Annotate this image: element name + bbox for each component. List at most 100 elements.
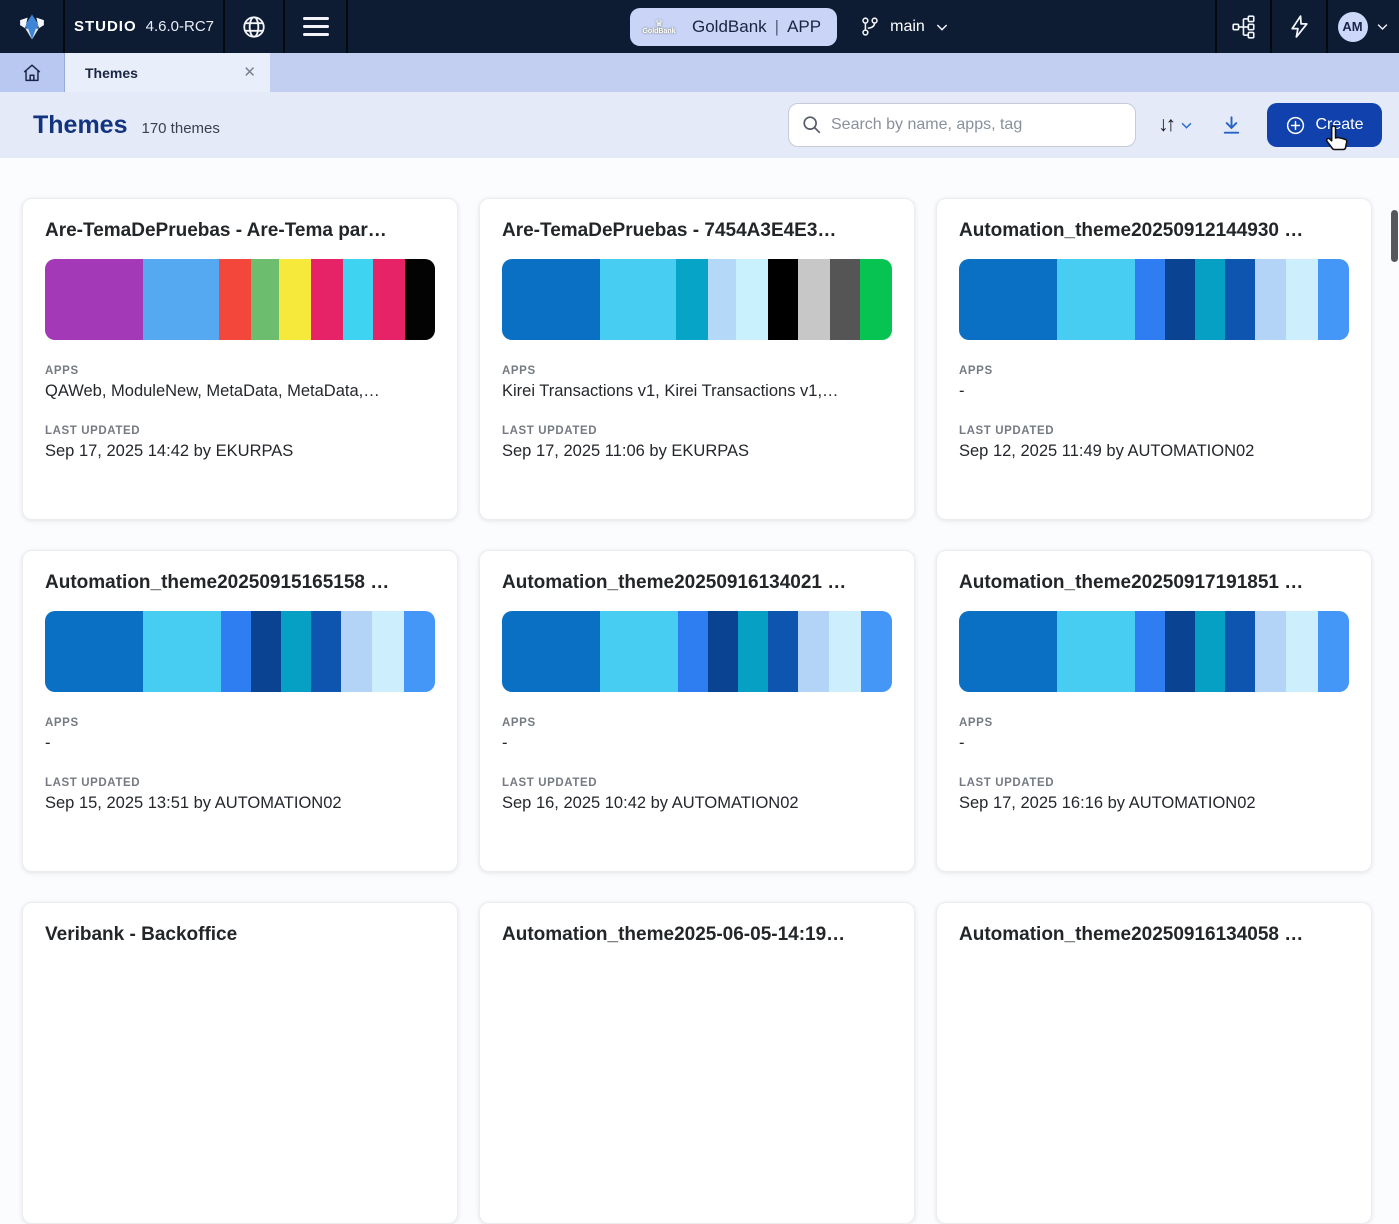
- last-updated-label: LAST UPDATED: [959, 777, 1349, 789]
- palette-segment: [600, 611, 678, 692]
- palette-segment: [251, 611, 281, 692]
- palette-segment: [798, 611, 829, 692]
- theme-card[interactable]: Automation_theme20250916134058 …: [936, 902, 1372, 1224]
- theme-card[interactable]: Automation_theme20250912144930 … APPS - …: [936, 198, 1372, 520]
- palette-segment: [219, 259, 251, 340]
- chevron-down-icon: [1179, 118, 1194, 133]
- apps-value: -: [959, 382, 1349, 401]
- theme-card[interactable]: Veribank - Backoffice: [22, 902, 458, 1224]
- palette-segment: [959, 611, 1057, 692]
- palette-segment: [768, 611, 798, 692]
- apps-label: APPS: [502, 365, 892, 377]
- palette-segment: [798, 259, 830, 340]
- theme-card[interactable]: Are-TemaDePruebas - 7454A3E4E3… APPS Kir…: [479, 198, 915, 520]
- theme-card-title: Automation_theme20250916134058 …: [959, 924, 1349, 946]
- export-button[interactable]: [1220, 114, 1243, 137]
- tab-bar: Themes ✕: [0, 53, 1399, 92]
- last-updated-value: Sep 17, 2025 16:16 by AUTOMATION02: [959, 794, 1349, 813]
- palette-segment: [738, 611, 769, 692]
- apps-label: APPS: [45, 365, 435, 377]
- palette-segment: [1135, 611, 1165, 692]
- theme-card-title: Automation_theme2025-06-05-14:19…: [502, 924, 892, 946]
- search-icon: [801, 114, 823, 136]
- chevron-down-icon: [1375, 19, 1390, 34]
- quick-actions-button[interactable]: [1270, 0, 1326, 53]
- palette-segment: [1225, 259, 1255, 340]
- search-input[interactable]: [831, 116, 1123, 134]
- theme-card-title: Veribank - Backoffice: [45, 924, 435, 946]
- apps-label: APPS: [45, 717, 435, 729]
- themes-count: 170 themes: [141, 114, 219, 137]
- home-icon: [21, 62, 43, 84]
- tab-themes[interactable]: Themes ✕: [65, 53, 270, 92]
- nav-right-group: AM: [1215, 0, 1399, 53]
- palette-segment: [861, 611, 892, 692]
- palette-segment: [281, 611, 312, 692]
- palette-segment: [1286, 611, 1318, 692]
- branch-selector[interactable]: main: [859, 16, 950, 38]
- palette-segment: [829, 611, 861, 692]
- theme-card-title: Automation_theme20250915165158 …: [45, 572, 435, 594]
- nav-center-group: ♛ GoldBank GoldBank | APP main: [630, 0, 950, 53]
- palette-segment: [251, 259, 279, 340]
- theme-card[interactable]: Automation_theme20250915165158 … APPS - …: [22, 550, 458, 872]
- themes-grid: Are-TemaDePruebas - Are-Tema par… APPS Q…: [22, 198, 1375, 1224]
- product-version: 4.6.0-RC7: [146, 18, 214, 35]
- close-tab-icon[interactable]: ✕: [243, 65, 256, 80]
- theme-palette: [502, 259, 892, 340]
- apps-label: APPS: [959, 365, 1349, 377]
- theme-palette: [959, 259, 1349, 340]
- home-tab[interactable]: [0, 53, 65, 92]
- language-globe-button[interactable]: [225, 0, 285, 53]
- theme-palette: [45, 611, 435, 692]
- search-box[interactable]: [788, 103, 1136, 147]
- palette-segment: [678, 611, 708, 692]
- theme-card[interactable]: Automation_theme2025-06-05-14:19…: [479, 902, 915, 1224]
- palette-segment: [405, 259, 435, 340]
- main-menu-button[interactable]: [285, 0, 348, 53]
- palette-segment: [1165, 611, 1195, 692]
- user-menu[interactable]: AM: [1326, 0, 1399, 53]
- last-updated-value: Sep 17, 2025 11:06 by EKURPAS: [502, 442, 892, 461]
- palette-segment: [1318, 259, 1349, 340]
- apps-value: -: [45, 734, 435, 753]
- palette-segment: [768, 259, 798, 340]
- theme-palette: [959, 611, 1349, 692]
- palette-segment: [1286, 259, 1318, 340]
- scrollbar-thumb[interactable]: [1391, 210, 1398, 262]
- palette-segment: [1255, 259, 1286, 340]
- theme-card-title: Automation_theme20250912144930 …: [959, 220, 1349, 242]
- create-button[interactable]: Create: [1267, 103, 1382, 147]
- palette-segment: [343, 259, 373, 340]
- environments-button[interactable]: [1215, 0, 1270, 53]
- last-updated-value: Sep 17, 2025 14:42 by EKURPAS: [45, 442, 435, 461]
- palette-segment: [45, 259, 143, 340]
- palette-segment: [1318, 611, 1349, 692]
- crown-icon: ♛: [655, 19, 663, 28]
- lightning-icon: [1287, 14, 1312, 39]
- palette-segment: [404, 611, 435, 692]
- theme-card-title: Automation_theme20250916134021 …: [502, 572, 892, 594]
- palette-segment: [959, 259, 1057, 340]
- theme-card-title: Are-TemaDePruebas - Are-Tema par…: [45, 220, 435, 242]
- page-header: Themes 170 themes ↓↑: [0, 92, 1399, 158]
- last-updated-value: Sep 15, 2025 13:51 by AUTOMATION02: [45, 794, 435, 813]
- sitemap-icon: [1231, 14, 1257, 40]
- palette-segment: [1225, 611, 1255, 692]
- palette-segment: [708, 611, 738, 692]
- header-actions: ↓↑ Create: [788, 103, 1382, 147]
- theme-card[interactable]: Automation_theme20250916134021 … APPS - …: [479, 550, 915, 872]
- palette-segment: [830, 259, 860, 340]
- goldbank-logo: ♛ GoldBank: [638, 19, 680, 35]
- theme-card[interactable]: Automation_theme20250917191851 … APPS - …: [936, 550, 1372, 872]
- app-selector-badge[interactable]: ♛ GoldBank GoldBank | APP: [630, 8, 837, 46]
- apps-value: Kirei Transactions v1, Kirei Transaction…: [502, 382, 892, 401]
- app-logo[interactable]: [0, 0, 65, 53]
- theme-card[interactable]: Are-TemaDePruebas - Are-Tema par… APPS Q…: [22, 198, 458, 520]
- themes-content: Are-TemaDePruebas - Are-Tema par… APPS Q…: [0, 158, 1399, 1224]
- palette-segment: [1165, 259, 1195, 340]
- last-updated-label: LAST UPDATED: [45, 425, 435, 437]
- palette-segment: [1135, 259, 1165, 340]
- sort-control[interactable]: ↓↑: [1158, 113, 1194, 137]
- theme-card-title: Automation_theme20250917191851 …: [959, 572, 1349, 594]
